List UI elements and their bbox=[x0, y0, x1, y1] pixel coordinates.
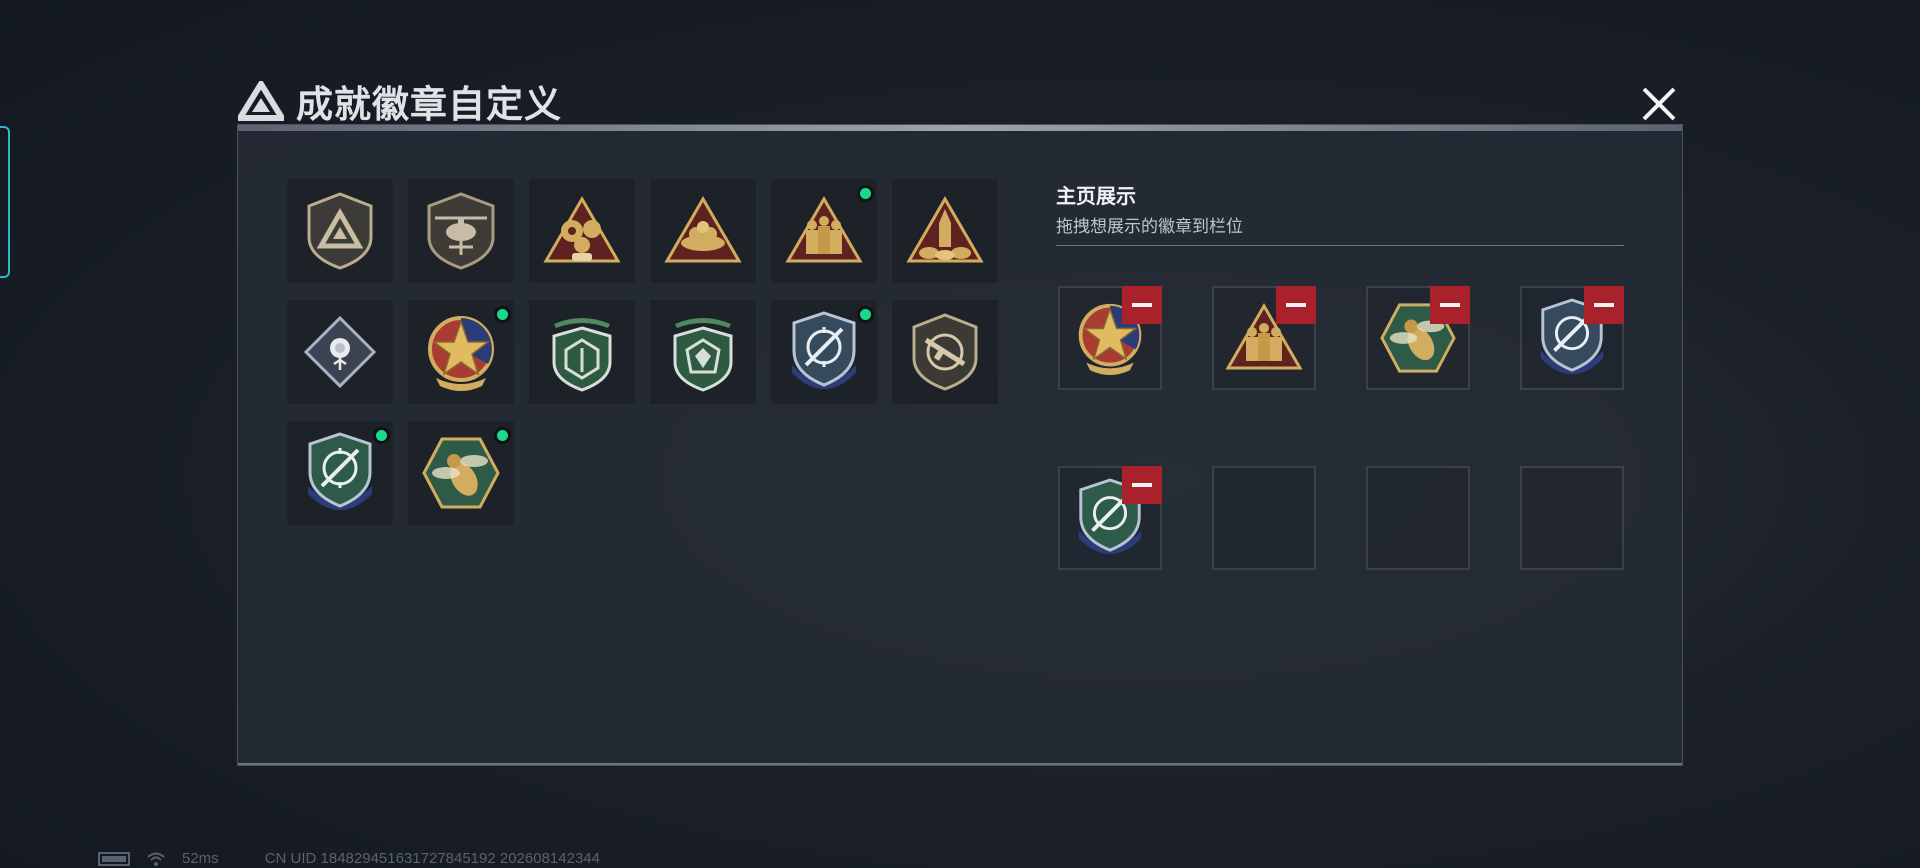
remove-button[interactable] bbox=[1584, 286, 1624, 324]
badge-cell[interactable] bbox=[649, 299, 757, 405]
dialog-header: 成就徽章自定义 bbox=[238, 74, 562, 128]
rifle-shield-badge-icon bbox=[912, 313, 978, 391]
battery-icon bbox=[98, 851, 130, 866]
showcase-divider bbox=[1056, 245, 1624, 246]
uid-text: CN UID 184829451631727845192 20260814234… bbox=[264, 850, 600, 867]
badge-cell[interactable] bbox=[770, 299, 878, 405]
soldiers-triangle-badge-icon bbox=[785, 196, 863, 263]
badge-cell[interactable] bbox=[286, 420, 394, 526]
badge-cell[interactable] bbox=[891, 299, 999, 405]
new-indicator bbox=[494, 427, 511, 444]
badge-cell[interactable] bbox=[891, 178, 999, 284]
remove-button[interactable] bbox=[1430, 286, 1470, 324]
nest-triangle-badge-icon bbox=[664, 196, 742, 263]
status-bar: 52ms CN UID 184829451631727845192 202608… bbox=[98, 850, 600, 867]
side-drawer-tab[interactable] bbox=[0, 126, 10, 278]
badge-cell[interactable] bbox=[407, 420, 515, 526]
new-indicator bbox=[494, 306, 511, 323]
triangle-logo-shield-badge-icon bbox=[307, 192, 373, 270]
rose-diamond-badge-icon bbox=[303, 315, 377, 389]
rocket-triangle-badge-icon bbox=[906, 196, 984, 263]
new-indicator bbox=[857, 185, 874, 202]
green-gem-shield-badge-icon bbox=[673, 318, 733, 392]
wifi-icon bbox=[147, 852, 165, 866]
remove-button[interactable] bbox=[1122, 286, 1162, 324]
panel-top-bar bbox=[238, 125, 1682, 131]
new-indicator bbox=[857, 306, 874, 323]
helicopter-shield-badge-icon bbox=[427, 192, 495, 270]
showcase-subtitle: 拖拽想展示的徽章到栏位 bbox=[1056, 217, 1243, 236]
showcase-title: 主页展示 bbox=[1056, 186, 1136, 208]
triangle-logo-icon bbox=[238, 81, 284, 121]
showcase-slot-4[interactable] bbox=[1520, 286, 1624, 390]
badge-cell[interactable] bbox=[286, 299, 394, 405]
badge-cell[interactable] bbox=[407, 178, 515, 284]
panel-bottom-line bbox=[238, 763, 1682, 765]
showcase-slot-8[interactable] bbox=[1520, 466, 1624, 570]
showcase-slot-2[interactable] bbox=[1212, 286, 1316, 390]
badge-panel bbox=[237, 124, 1683, 766]
showcase-slot-5[interactable] bbox=[1058, 466, 1162, 570]
badge-cell[interactable] bbox=[407, 299, 515, 405]
remove-button[interactable] bbox=[1276, 286, 1316, 324]
blue-crosshair-shield-badge-icon bbox=[792, 311, 856, 389]
showcase-slot-3[interactable] bbox=[1366, 286, 1470, 390]
badge-cell[interactable] bbox=[528, 178, 636, 284]
close-icon bbox=[1642, 87, 1676, 121]
badge-cell[interactable] bbox=[528, 299, 636, 405]
dialog-title: 成就徽章自定义 bbox=[296, 84, 562, 125]
wasp-hexagon-badge-icon bbox=[422, 437, 500, 509]
showcase-slot-6[interactable] bbox=[1212, 466, 1316, 570]
green-shield-badge-icon bbox=[552, 318, 612, 392]
ping-value: 52ms bbox=[182, 850, 219, 867]
badge-cell[interactable] bbox=[770, 178, 878, 284]
new-indicator bbox=[373, 427, 390, 444]
showcase-slot-1[interactable] bbox=[1058, 286, 1162, 390]
badge-cell[interactable] bbox=[286, 178, 394, 284]
gears-triangle-badge-icon bbox=[543, 196, 621, 263]
close-button[interactable] bbox=[1636, 84, 1682, 124]
remove-button[interactable] bbox=[1122, 466, 1162, 504]
blue-crosshair-shield-badge-2-icon bbox=[308, 432, 372, 510]
star-emblem-badge-icon bbox=[428, 316, 494, 391]
showcase-slot-7[interactable] bbox=[1366, 466, 1470, 570]
badge-cell[interactable] bbox=[649, 178, 757, 284]
